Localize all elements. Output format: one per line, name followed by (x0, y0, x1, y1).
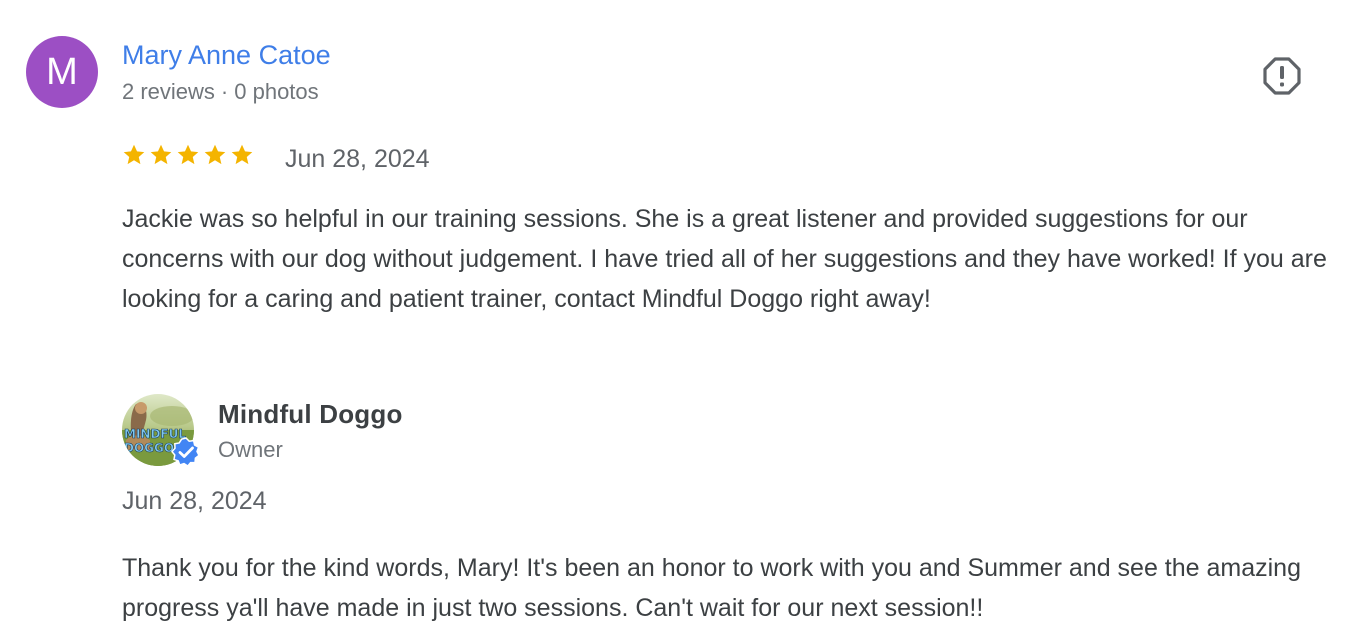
reviewer-meta: 2 reviews · 0 photos (122, 79, 319, 105)
star-icon (204, 144, 226, 165)
star-icon (123, 144, 145, 165)
report-review-button[interactable] (1262, 56, 1302, 96)
svg-text:DOGGO: DOGGO (124, 441, 174, 455)
meta-separator: · (220, 79, 229, 104)
reviewer-avatar[interactable]: M (26, 36, 98, 108)
star-rating (121, 142, 255, 168)
reviewer-name-link[interactable]: Mary Anne Catoe (122, 40, 331, 71)
reply-text: Thank you for the kind words, Mary! It's… (122, 554, 1301, 622)
review-date: Jun 28, 2024 (285, 145, 430, 173)
report-flag-icon (1263, 57, 1301, 95)
owner-name: Mindful Doggo (218, 399, 403, 429)
verified-check-icon (171, 437, 200, 467)
review-card: M Mary Anne Catoe 2 reviews · 0 photos Jun… (0, 0, 1358, 636)
photos-count: 0 photos (234, 79, 319, 104)
star-icon (150, 144, 172, 165)
verified-badge (171, 437, 201, 467)
reviews-count: 2 reviews (122, 79, 215, 104)
star-icon (177, 144, 199, 165)
reply-date: Jun 28, 2024 (122, 487, 267, 515)
review-text: Jackie was so helpful in our training se… (122, 205, 1327, 313)
star-icon (231, 144, 253, 165)
owner-role: Owner (218, 437, 283, 462)
